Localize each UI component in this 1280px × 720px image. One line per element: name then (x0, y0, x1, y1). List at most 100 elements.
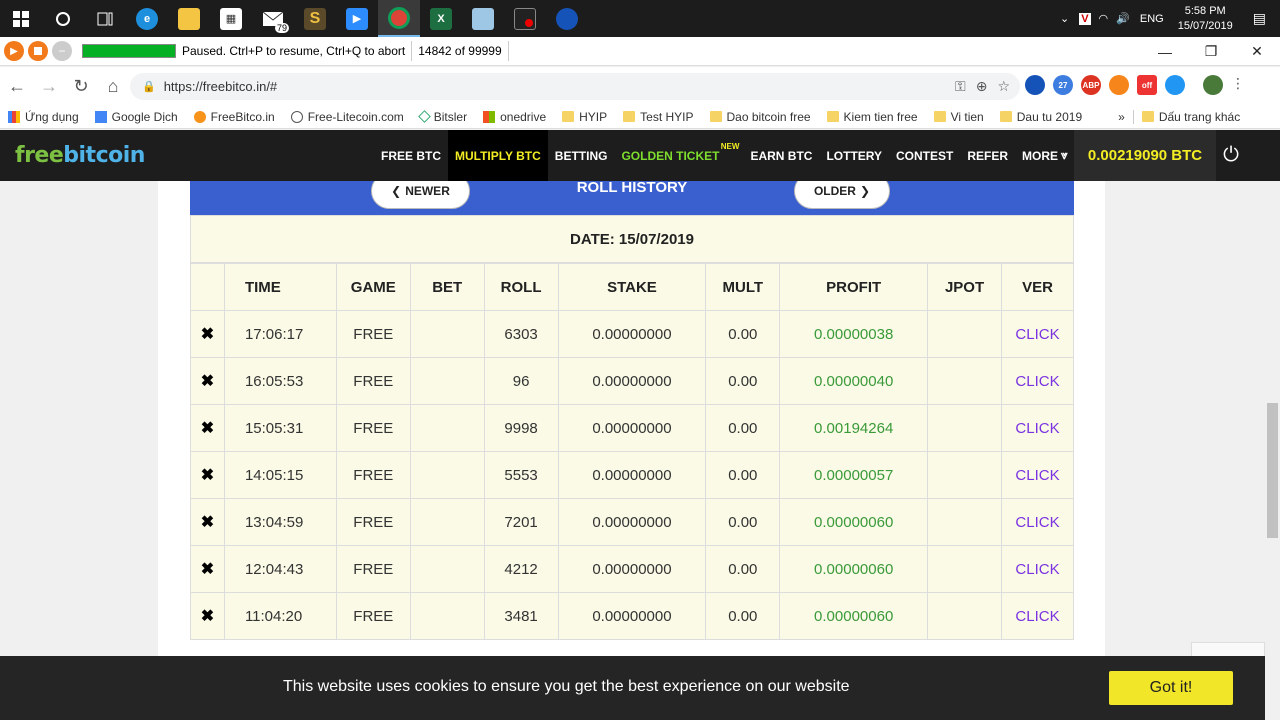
verify-link[interactable]: CLICK (1000, 451, 1075, 499)
other-bookmarks[interactable]: Dấu trang khác (1132, 109, 1248, 124)
bookmark-folder[interactable]: Kiem tien free (819, 110, 926, 124)
verify-link[interactable]: CLICK (1000, 498, 1075, 546)
clock[interactable]: 5:58 PM 15/07/2019 (1178, 4, 1233, 34)
nav-earn-btc[interactable]: EARN BTC (743, 130, 819, 181)
bookmark-folder[interactable]: Vi tien (926, 110, 992, 124)
browser-icon[interactable] (546, 0, 588, 37)
chevron-right-icon: ❯ (859, 184, 871, 198)
menu-icon[interactable]: ⋮ (1231, 75, 1245, 95)
expand-icon[interactable]: ✖ (190, 592, 225, 640)
wifi-icon[interactable]: ◠ (1095, 12, 1113, 25)
start-icon[interactable] (0, 0, 42, 37)
profile-avatar-icon[interactable] (1203, 75, 1223, 95)
ext-globe-icon[interactable] (1025, 75, 1045, 95)
verify-link[interactable]: CLICK (1000, 545, 1075, 593)
key-icon[interactable]: ⚿ (955, 78, 966, 95)
bookmark-folder[interactable]: HYIP (554, 110, 615, 124)
site-logo[interactable]: freebitcoin (15, 143, 145, 168)
bookmark-item[interactable]: Ứng dụng (0, 110, 87, 124)
v-app-icon[interactable]: V (1079, 12, 1091, 25)
task-view-icon[interactable] (84, 0, 126, 37)
chrome-icon[interactable] (378, 0, 420, 37)
store-icon[interactable]: ▦ (210, 0, 252, 37)
nav-contest[interactable]: CONTEST (889, 130, 960, 181)
verify-link[interactable]: CLICK (1000, 592, 1075, 640)
bookmarks-overflow[interactable]: » (1110, 110, 1133, 124)
expand-icon[interactable]: ✖ (190, 545, 225, 593)
disabled-icon[interactable]: − (52, 41, 72, 61)
language-indicator[interactable]: ENG (1134, 13, 1170, 25)
nav-refer[interactable]: REFER (960, 130, 1015, 181)
volume-icon[interactable]: 🔊 (1112, 12, 1134, 25)
expand-icon[interactable]: ✖ (190, 310, 225, 358)
recorder-icon[interactable] (504, 0, 546, 37)
bookmark-item[interactable]: onedrive (475, 110, 554, 124)
s-app-icon[interactable]: S (294, 0, 336, 37)
cookie-accept-button[interactable]: Got it! (1109, 671, 1233, 705)
verify-link[interactable]: CLICK (1000, 357, 1075, 405)
nav-more[interactable]: MORE ⩔ (1015, 130, 1075, 181)
expand-icon[interactable]: ✖ (190, 498, 225, 546)
close-icon[interactable]: ✕ (1234, 37, 1280, 66)
ext-blue-icon[interactable] (1165, 75, 1185, 95)
verify-link[interactable]: CLICK (1000, 310, 1075, 358)
table-row: ✖ 17:06:17 FREE 6303 0.00000000 0.00 0.0… (190, 310, 1075, 358)
verify-link[interactable]: CLICK (1000, 404, 1075, 452)
nav-free-btc[interactable]: FREE BTC (374, 130, 448, 181)
nav-betting[interactable]: BETTING (548, 130, 615, 181)
chevron-up-icon[interactable]: ⌄ (1054, 12, 1075, 25)
file-explorer-icon[interactable] (168, 0, 210, 37)
bookmark-item[interactable]: Google Dịch (87, 110, 186, 124)
bookmark-item[interactable]: Free-Litecoin.com (283, 110, 412, 124)
nav-multiply-btc[interactable]: MULTIPLY BTC (448, 130, 548, 181)
expand-icon[interactable]: ✖ (190, 451, 225, 499)
stop-icon[interactable] (28, 41, 48, 61)
lock-icon: 🔒 (142, 81, 156, 93)
address-bar[interactable]: 🔒 https://freebitco.in/# ⚿ ⊕ ☆ (130, 73, 1020, 100)
page-scrollbar[interactable] (1265, 181, 1280, 720)
restore-icon[interactable]: ❐ (1188, 37, 1234, 66)
expand-icon[interactable]: ✖ (190, 357, 225, 405)
recaptcha-badge[interactable] (1191, 642, 1265, 656)
cell-time: 15:05:31 (223, 404, 337, 452)
minimize-icon[interactable]: — (1142, 37, 1188, 66)
logout-icon[interactable]: ⏻ (1216, 130, 1246, 181)
ext-calendar-icon[interactable]: 27 (1053, 75, 1073, 95)
home-icon[interactable]: ⌂ (98, 71, 128, 101)
cortana-icon[interactable] (42, 0, 84, 37)
cell-profit: 0.00000040 (779, 357, 929, 405)
scrollbar-thumb[interactable] (1267, 403, 1278, 538)
bookmark-item[interactable]: FreeBitco.in (186, 110, 283, 124)
cell-stake: 0.00000000 (557, 357, 707, 405)
ext-off-icon[interactable]: off (1137, 75, 1157, 95)
resume-icon[interactable]: ▶ (4, 41, 24, 61)
table-row: ✖ 15:05:31 FREE 9998 0.00000000 0.00 0.0… (190, 404, 1075, 452)
notification-icon[interactable]: ▤ (1247, 10, 1280, 27)
newer-button[interactable]: ❮ NEWER (371, 181, 470, 209)
metamask-icon[interactable] (1109, 75, 1129, 95)
older-button[interactable]: OLDER ❯ (794, 181, 890, 209)
adblock-icon[interactable]: ABP (1081, 75, 1101, 95)
edge-icon[interactable]: e (126, 0, 168, 37)
nav-lottery[interactable]: LOTTERY (819, 130, 889, 181)
nav-golden-ticket[interactable]: GOLDEN TICKET NEW (614, 130, 743, 181)
excel-icon[interactable]: X (420, 0, 462, 37)
reload-icon[interactable]: ↻ (66, 71, 96, 101)
bookmark-item[interactable]: Bitsler (412, 110, 475, 124)
cell-roll: 9998 (483, 404, 559, 452)
back-arrow-icon[interactable]: ← (2, 71, 32, 101)
notes-icon[interactable] (462, 0, 504, 37)
translate-icon (94, 110, 107, 123)
cell-time: 13:04:59 (223, 498, 337, 546)
forward-arrow-icon[interactable]: → (34, 71, 64, 101)
bookmark-folder[interactable]: Dao bitcoin free (702, 110, 819, 124)
bookmark-folder[interactable]: Dau tu 2019 (992, 110, 1090, 124)
zoom-icon[interactable]: ▶ (336, 0, 378, 37)
star-icon[interactable]: ☆ (997, 78, 1010, 95)
bookmark-folder[interactable]: Test HYIP (615, 110, 701, 124)
expand-icon[interactable]: ✖ (190, 404, 225, 452)
zoom-icon[interactable]: ⊕ (976, 78, 988, 95)
folder-icon (933, 111, 946, 122)
col-header-stake: STAKE (557, 263, 707, 311)
mail-icon[interactable]: 79 (252, 0, 294, 37)
